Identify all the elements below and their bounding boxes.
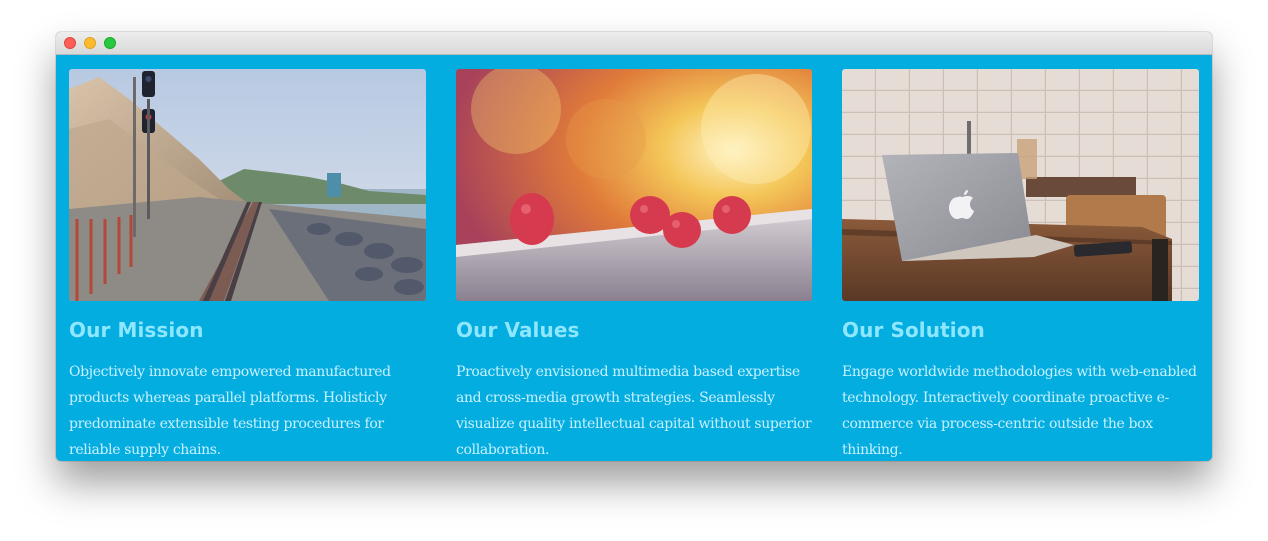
card-text: Proactively envisioned multimedia based … bbox=[456, 364, 812, 458]
feature-section: Our Mission Objectively innovate empower… bbox=[56, 55, 1212, 461]
feature-card-mission: Our Mission Objectively innovate empower… bbox=[69, 69, 426, 461]
card-text: Objectively innovate empowered manufactu… bbox=[69, 364, 391, 458]
zoom-window-button[interactable] bbox=[104, 37, 116, 49]
close-window-button[interactable] bbox=[64, 37, 76, 49]
card-title: Our Values bbox=[456, 318, 580, 342]
laptop-desk-photo bbox=[842, 69, 1199, 301]
browser-window: Our Mission Objectively innovate empower… bbox=[56, 32, 1212, 461]
raspberries-photo bbox=[456, 69, 812, 301]
feature-card-values: Our Values Proactively envisioned multim… bbox=[456, 69, 812, 461]
feature-card-solution: Our Solution Engage worldwide methodolog… bbox=[842, 69, 1199, 461]
card-text: Engage worldwide methodologies with web-… bbox=[842, 364, 1197, 458]
window-titlebar bbox=[56, 32, 1212, 55]
card-title: Our Solution bbox=[842, 318, 985, 342]
minimize-window-button[interactable] bbox=[84, 37, 96, 49]
railroad-coast-photo bbox=[69, 69, 426, 301]
card-title: Our Mission bbox=[69, 318, 204, 342]
